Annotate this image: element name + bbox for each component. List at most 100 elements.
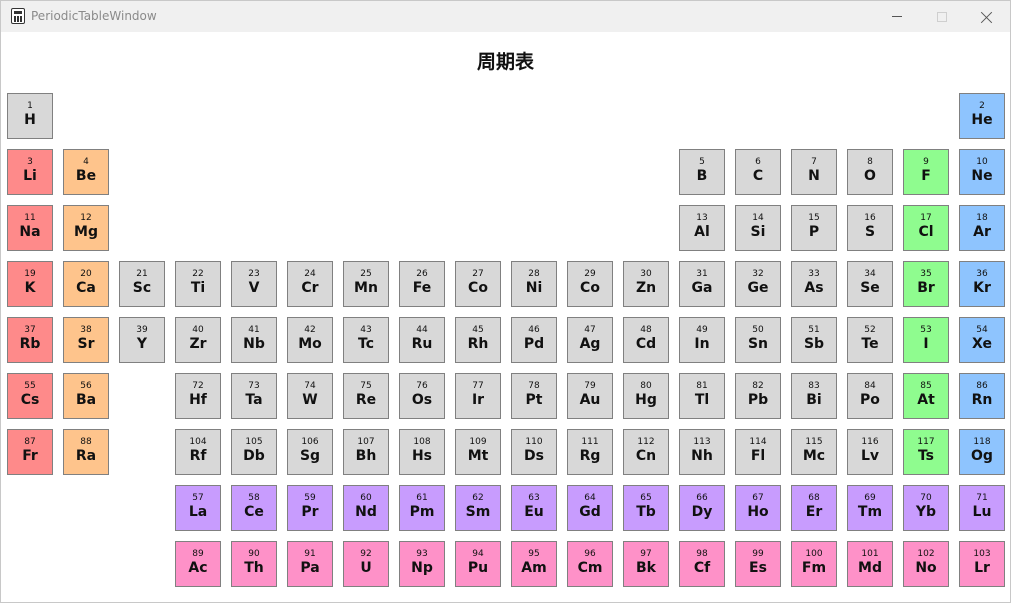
element-cell-ts[interactable]: 117Ts bbox=[903, 429, 949, 475]
element-cell-er[interactable]: 68Er bbox=[791, 485, 837, 531]
element-cell-sb[interactable]: 51Sb bbox=[791, 317, 837, 363]
element-cell-ge[interactable]: 32Ge bbox=[735, 261, 781, 307]
element-cell-ru[interactable]: 44Ru bbox=[399, 317, 445, 363]
element-cell-fr[interactable]: 87Fr bbox=[7, 429, 53, 475]
title-bar[interactable]: PeriodicTableWindow bbox=[1, 1, 1010, 32]
element-cell-ra[interactable]: 88Ra bbox=[63, 429, 109, 475]
element-cell-tl[interactable]: 81Tl bbox=[679, 373, 725, 419]
element-cell-ce[interactable]: 58Ce bbox=[231, 485, 277, 531]
element-cell-bk[interactable]: 97Bk bbox=[623, 541, 669, 587]
element-cell-v[interactable]: 23V bbox=[231, 261, 277, 307]
element-cell-pu[interactable]: 94Pu bbox=[455, 541, 501, 587]
element-cell-os[interactable]: 76Os bbox=[399, 373, 445, 419]
element-cell-f[interactable]: 9F bbox=[903, 149, 949, 195]
element-cell-fl[interactable]: 114Fl bbox=[735, 429, 781, 475]
element-cell-pb[interactable]: 82Pb bbox=[735, 373, 781, 419]
element-cell-sc[interactable]: 21Sc bbox=[119, 261, 165, 307]
element-cell-kr[interactable]: 36Kr bbox=[959, 261, 1005, 307]
element-cell-te[interactable]: 52Te bbox=[847, 317, 893, 363]
element-cell-ca[interactable]: 20Ca bbox=[63, 261, 109, 307]
element-cell-db[interactable]: 105Db bbox=[231, 429, 277, 475]
element-cell-i[interactable]: 53I bbox=[903, 317, 949, 363]
element-cell-cs[interactable]: 55Cs bbox=[7, 373, 53, 419]
element-cell-au[interactable]: 79Au bbox=[567, 373, 613, 419]
element-cell-h[interactable]: 1H bbox=[7, 93, 53, 139]
element-cell-sm[interactable]: 62Sm bbox=[455, 485, 501, 531]
element-cell-ga[interactable]: 31Ga bbox=[679, 261, 725, 307]
element-cell-tb[interactable]: 65Tb bbox=[623, 485, 669, 531]
element-cell-cf[interactable]: 98Cf bbox=[679, 541, 725, 587]
element-cell-ds[interactable]: 110Ds bbox=[511, 429, 557, 475]
element-cell-po[interactable]: 84Po bbox=[847, 373, 893, 419]
element-cell-lu[interactable]: 71Lu bbox=[959, 485, 1005, 531]
element-cell-mt[interactable]: 109Mt bbox=[455, 429, 501, 475]
element-cell-hf[interactable]: 72Hf bbox=[175, 373, 221, 419]
element-cell-gd[interactable]: 64Gd bbox=[567, 485, 613, 531]
element-cell-pm[interactable]: 61Pm bbox=[399, 485, 445, 531]
element-cell-zr[interactable]: 40Zr bbox=[175, 317, 221, 363]
element-cell-ir[interactable]: 77Ir bbox=[455, 373, 501, 419]
element-cell-b[interactable]: 5B bbox=[679, 149, 725, 195]
element-cell-cr[interactable]: 24Cr bbox=[287, 261, 333, 307]
element-cell-xe[interactable]: 54Xe bbox=[959, 317, 1005, 363]
element-cell-la[interactable]: 57La bbox=[175, 485, 221, 531]
element-cell-ni[interactable]: 28Ni bbox=[511, 261, 557, 307]
element-cell-nh[interactable]: 113Nh bbox=[679, 429, 725, 475]
close-button[interactable] bbox=[964, 1, 1010, 32]
element-cell-np[interactable]: 93Np bbox=[399, 541, 445, 587]
element-cell-se[interactable]: 34Se bbox=[847, 261, 893, 307]
element-cell-he[interactable]: 2He bbox=[959, 93, 1005, 139]
element-cell-lv[interactable]: 116Lv bbox=[847, 429, 893, 475]
element-cell-w[interactable]: 74W bbox=[287, 373, 333, 419]
element-cell-mo[interactable]: 42Mo bbox=[287, 317, 333, 363]
element-cell-zn[interactable]: 30Zn bbox=[623, 261, 669, 307]
element-cell-am[interactable]: 95Am bbox=[511, 541, 557, 587]
element-cell-md[interactable]: 101Md bbox=[847, 541, 893, 587]
element-cell-hg[interactable]: 80Hg bbox=[623, 373, 669, 419]
element-cell-p[interactable]: 15P bbox=[791, 205, 837, 251]
element-cell-pr[interactable]: 59Pr bbox=[287, 485, 333, 531]
element-cell-yb[interactable]: 70Yb bbox=[903, 485, 949, 531]
element-cell-pd[interactable]: 46Pd bbox=[511, 317, 557, 363]
element-cell-li[interactable]: 3Li bbox=[7, 149, 53, 195]
element-cell-rb[interactable]: 37Rb bbox=[7, 317, 53, 363]
element-cell-nd[interactable]: 60Nd bbox=[343, 485, 389, 531]
element-cell-k[interactable]: 19K bbox=[7, 261, 53, 307]
element-cell-nb[interactable]: 41Nb bbox=[231, 317, 277, 363]
element-cell-eu[interactable]: 63Eu bbox=[511, 485, 557, 531]
maximize-button[interactable] bbox=[919, 1, 965, 32]
element-cell-ba[interactable]: 56Ba bbox=[63, 373, 109, 419]
element-cell-al[interactable]: 13Al bbox=[679, 205, 725, 251]
element-cell-cm[interactable]: 96Cm bbox=[567, 541, 613, 587]
element-cell-ta[interactable]: 73Ta bbox=[231, 373, 277, 419]
element-cell-lr[interactable]: 103Lr bbox=[959, 541, 1005, 587]
element-cell-sr[interactable]: 38Sr bbox=[63, 317, 109, 363]
element-cell-mg[interactable]: 12Mg bbox=[63, 205, 109, 251]
element-cell-c[interactable]: 6C bbox=[735, 149, 781, 195]
element-cell-ne[interactable]: 10Ne bbox=[959, 149, 1005, 195]
minimize-button[interactable] bbox=[874, 1, 920, 32]
element-cell-bi[interactable]: 83Bi bbox=[791, 373, 837, 419]
element-cell-hs[interactable]: 108Hs bbox=[399, 429, 445, 475]
element-cell-mn[interactable]: 25Mn bbox=[343, 261, 389, 307]
element-cell-no[interactable]: 102No bbox=[903, 541, 949, 587]
element-cell-ac[interactable]: 89Ac bbox=[175, 541, 221, 587]
element-cell-tc[interactable]: 43Tc bbox=[343, 317, 389, 363]
element-cell-rh[interactable]: 45Rh bbox=[455, 317, 501, 363]
element-cell-y[interactable]: 39Y bbox=[119, 317, 165, 363]
element-cell-at[interactable]: 85At bbox=[903, 373, 949, 419]
element-cell-in[interactable]: 49In bbox=[679, 317, 725, 363]
element-cell-n[interactable]: 7N bbox=[791, 149, 837, 195]
element-cell-sg[interactable]: 106Sg bbox=[287, 429, 333, 475]
element-cell-u[interactable]: 92U bbox=[343, 541, 389, 587]
element-cell-na[interactable]: 11Na bbox=[7, 205, 53, 251]
element-cell-th[interactable]: 90Th bbox=[231, 541, 277, 587]
element-cell-cn[interactable]: 112Cn bbox=[623, 429, 669, 475]
element-cell-re[interactable]: 75Re bbox=[343, 373, 389, 419]
element-cell-pt[interactable]: 78Pt bbox=[511, 373, 557, 419]
element-cell-ag[interactable]: 47Ag bbox=[567, 317, 613, 363]
element-cell-rg[interactable]: 111Rg bbox=[567, 429, 613, 475]
element-cell-ho[interactable]: 67Ho bbox=[735, 485, 781, 531]
element-cell-o[interactable]: 8O bbox=[847, 149, 893, 195]
element-cell-as[interactable]: 33As bbox=[791, 261, 837, 307]
